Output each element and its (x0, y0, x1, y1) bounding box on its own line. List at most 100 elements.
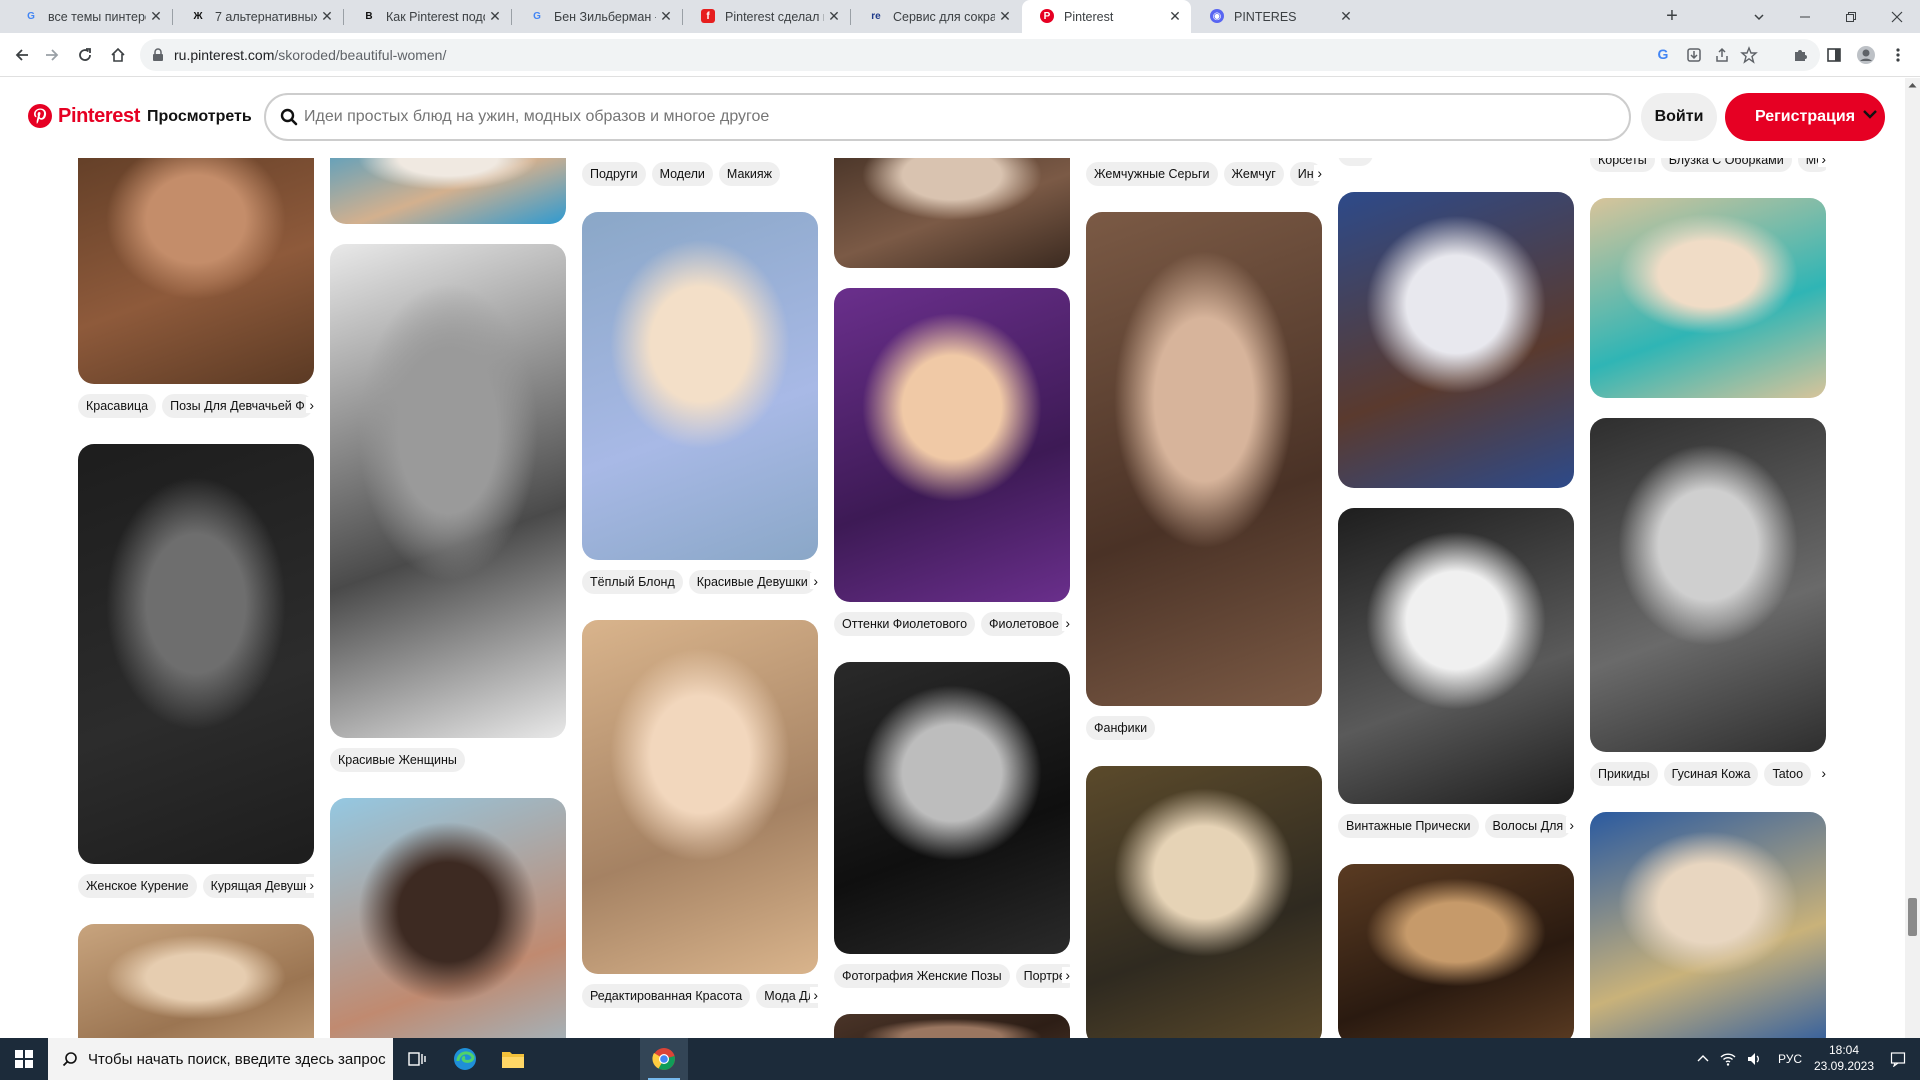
tag-chip[interactable]: Мода Для (756, 984, 818, 1008)
task-view-button[interactable] (393, 1038, 441, 1080)
browse-link[interactable]: Просмотреть (147, 108, 252, 126)
tag-chip[interactable]: Оттенки Фиолетового (834, 612, 976, 636)
restore-button[interactable] (1828, 0, 1874, 33)
pin-image[interactable] (1590, 198, 1826, 398)
tag-chip[interactable]: Женское Курение (78, 874, 197, 898)
clock[interactable]: 18:04 23.09.2023 (1810, 1042, 1878, 1074)
pin-image[interactable] (834, 158, 1070, 268)
chevron-right-icon[interactable]: › (1062, 615, 1070, 631)
browser-tab[interactable]: ◉ PINTERES ✕ (1192, 0, 1362, 33)
taskbar-search[interactable]: Чтобы начать поиск, введите здесь запрос (48, 1038, 393, 1080)
tag-chip[interactable]: Позы Для Девчачьей Ф (162, 394, 313, 418)
pin-image[interactable] (582, 620, 818, 974)
pin-image[interactable] (582, 212, 818, 560)
tag-chip[interactable]: Макияж (718, 162, 780, 186)
browser-tab[interactable]: Ж 7 альтернативных соцсет✕ (173, 0, 343, 33)
install-app-icon[interactable] (1686, 47, 1702, 63)
tag-chip[interactable]: Жемчужные Серьги (1086, 162, 1218, 186)
page-scrollbar[interactable] (1905, 78, 1920, 1038)
pin-image[interactable] (834, 662, 1070, 954)
pin-image[interactable] (78, 924, 314, 1038)
chrome-taskbar-icon[interactable] (640, 1038, 688, 1080)
extensions-button[interactable] (1786, 41, 1814, 69)
wifi-icon[interactable] (1720, 1051, 1736, 1067)
tag-chip[interactable]: Фиолетовое (981, 612, 1067, 636)
tag-chip[interactable]: Блузка С Оборками (1660, 158, 1792, 172)
start-button[interactable] (0, 1038, 48, 1080)
google-lens-icon[interactable]: G (1654, 46, 1672, 64)
more-options-button[interactable] (1862, 108, 1886, 128)
file-explorer-taskbar-icon[interactable] (489, 1038, 537, 1080)
share-icon[interactable] (1714, 47, 1730, 63)
tag-chip[interactable]: Корсеты (1590, 158, 1655, 172)
language-indicator[interactable]: РУС (1778, 1052, 1802, 1066)
chevron-right-icon[interactable]: › (1062, 967, 1070, 983)
tag-chip[interactable]: Волосы Для (1484, 814, 1572, 838)
tag-chip[interactable]: Жемчуг (1223, 162, 1284, 186)
browser-tab[interactable]: G Бен Зильберман - Поиск✕ (512, 0, 682, 33)
edge-taskbar-icon[interactable] (441, 1038, 489, 1080)
signup-button[interactable]: Регистрация (1725, 93, 1885, 141)
pin-image[interactable] (330, 798, 566, 1038)
tag-chip[interactable]: Гусиная Кожа (1663, 762, 1759, 786)
chevron-right-icon[interactable]: › (306, 877, 314, 893)
chevron-right-icon[interactable]: › (810, 987, 818, 1003)
pin-image[interactable] (1338, 508, 1574, 804)
search-bar[interactable] (264, 93, 1631, 141)
new-tab-button[interactable]: + (1660, 6, 1684, 28)
pinterest-logo[interactable]: Pinterest (28, 104, 140, 128)
close-tab-icon[interactable]: ✕ (997, 8, 1013, 24)
tag-chip[interactable]: Красивые Женщины (330, 748, 465, 772)
close-tab-icon[interactable]: ✕ (319, 8, 335, 24)
bookmark-star-icon[interactable] (1740, 46, 1758, 64)
tag-chip[interactable]: Tatoo (1764, 762, 1812, 786)
close-tab-icon[interactable]: ✕ (1338, 8, 1354, 24)
tag-chip[interactable]: Редактированная Красота (582, 984, 751, 1008)
profile-button[interactable] (1852, 41, 1880, 69)
tag-chip[interactable]: Hot (1338, 158, 1374, 166)
close-tab-icon[interactable]: ✕ (148, 8, 164, 24)
pin-image[interactable] (1086, 766, 1322, 1038)
chevron-right-icon[interactable]: › (1314, 165, 1322, 181)
address-bar[interactable]: ru.pinterest.com/skoroded/beautiful-wome… (140, 39, 1820, 71)
notifications-icon[interactable] (1890, 1051, 1906, 1067)
tag-chip[interactable]: Подруги (582, 162, 646, 186)
tag-chip[interactable]: Красавица (78, 394, 157, 418)
close-tab-icon[interactable]: ✕ (487, 8, 503, 24)
close-window-button[interactable] (1874, 0, 1920, 33)
tag-chip[interactable]: Прикиды (1590, 762, 1658, 786)
back-button[interactable] (8, 41, 36, 69)
pin-image[interactable] (1338, 864, 1574, 1038)
tag-chip[interactable]: Курящая Девушка (202, 874, 314, 898)
tag-chip[interactable]: Фотография Женские Позы (834, 964, 1010, 988)
browser-tab[interactable]: P Pinterest ✕ (1022, 0, 1191, 33)
pin-image[interactable] (330, 244, 566, 738)
chevron-up-icon[interactable] (1697, 1054, 1709, 1062)
pin-image[interactable] (834, 288, 1070, 602)
pin-image[interactable] (1590, 418, 1826, 752)
tag-chip[interactable]: Винтажные Прически (1338, 814, 1479, 838)
minimize-button[interactable] (1782, 0, 1828, 33)
browser-tab[interactable]: B Как Pinterest подорожал✕ (344, 0, 511, 33)
chevron-right-icon[interactable]: › (1818, 765, 1826, 781)
scrollbar-thumb[interactable] (1908, 898, 1917, 936)
pin-image[interactable] (834, 1014, 1070, 1038)
side-panel-button[interactable] (1820, 41, 1848, 69)
chevron-right-icon[interactable]: › (1566, 817, 1574, 833)
pin-image[interactable] (330, 158, 566, 224)
forward-button[interactable] (38, 41, 66, 69)
tag-chip[interactable]: Фанфики (1086, 716, 1156, 740)
pin-image[interactable] (1590, 812, 1826, 1038)
pin-image[interactable] (1338, 192, 1574, 488)
browser-tab[interactable]: Gвсе темы пинтерест - Пои✕ (6, 0, 172, 33)
pin-image[interactable] (78, 158, 314, 384)
browser-tab[interactable]: re Сервис для сокращения✕ (851, 0, 1021, 33)
pin-image[interactable] (78, 444, 314, 864)
browser-menu-button[interactable] (1884, 41, 1912, 69)
reload-button[interactable] (71, 41, 99, 69)
close-tab-icon[interactable]: ✕ (826, 8, 842, 24)
tag-chip[interactable]: Красивые Девушки (688, 570, 816, 594)
chevron-right-icon[interactable]: › (810, 573, 818, 589)
tab-search-button[interactable] (1736, 0, 1782, 33)
tag-chip[interactable]: Модели (651, 162, 713, 186)
